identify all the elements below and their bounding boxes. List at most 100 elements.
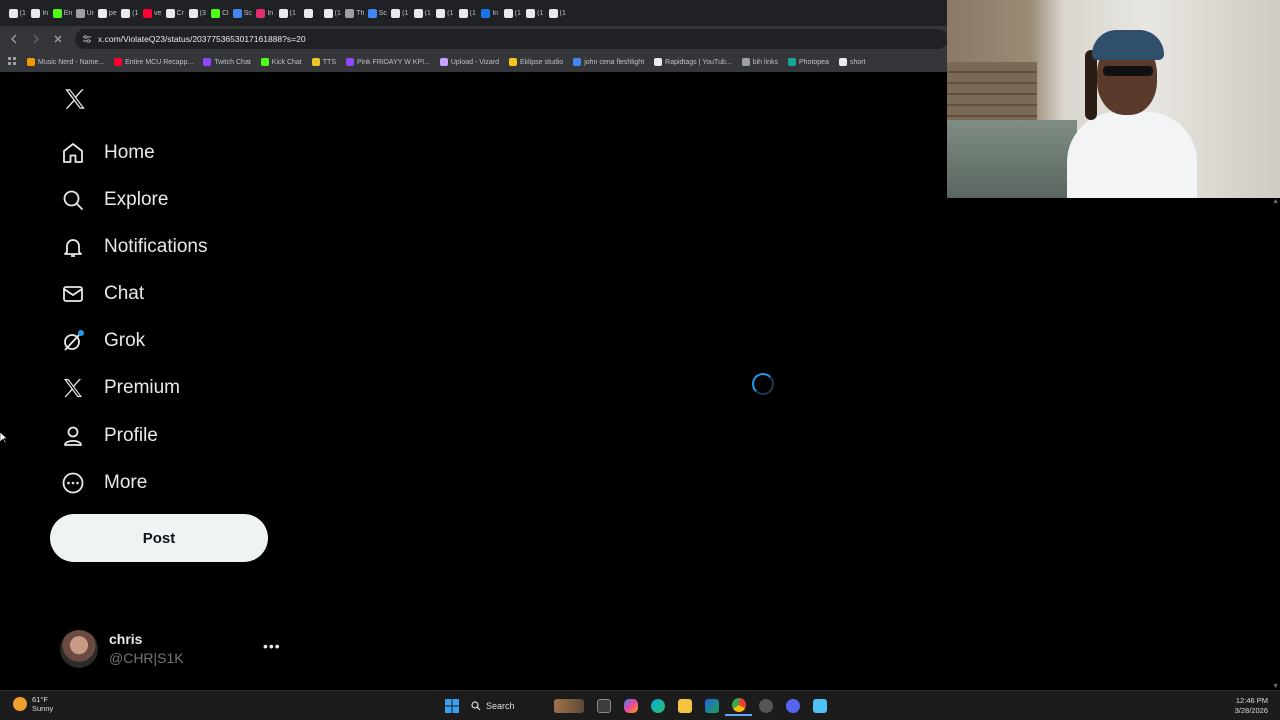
x-icon xyxy=(436,8,446,18)
browser-tab[interactable]: (1 xyxy=(546,3,569,23)
browser-tab[interactable]: En xyxy=(51,3,74,23)
browser-tab[interactable]: (1 xyxy=(434,3,457,23)
browser-tab[interactable]: (1 xyxy=(276,3,299,23)
edge-button[interactable] xyxy=(644,696,671,716)
bookmark-item[interactable]: john cena fleshlight xyxy=(573,58,644,66)
browser-tab[interactable]: In xyxy=(254,3,277,23)
sidebar-item-premium[interactable]: Premium xyxy=(50,368,180,408)
notepad-button[interactable] xyxy=(806,696,833,716)
bookmark-item[interactable]: Rapidtags | YouTub... xyxy=(654,58,732,66)
browser-tab[interactable]: (1 xyxy=(389,3,412,23)
sidebar-item-home[interactable]: Home xyxy=(50,133,155,173)
browser-tab-label: Th xyxy=(356,9,365,17)
browser-tab-label: In xyxy=(42,9,49,17)
browser-tab[interactable]: Cl xyxy=(209,3,232,23)
browser-tab[interactable]: (3 xyxy=(186,3,209,23)
browser-tab[interactable]: (1 xyxy=(411,3,434,23)
browser-tab[interactable]: ve xyxy=(141,3,164,23)
task-view-button[interactable] xyxy=(590,696,617,716)
bookmark-item[interactable]: Pink FRIDAYY W KPI... xyxy=(346,58,430,66)
taskbar: 61°F Sunny Search 12:46 PM 3/28/2026 xyxy=(0,690,1280,720)
bell-icon xyxy=(60,234,86,260)
browser-tab[interactable]: (1 xyxy=(6,3,29,23)
clock-time: 12:46 PM xyxy=(1235,696,1268,705)
back-button[interactable] xyxy=(3,28,25,50)
store-button[interactable] xyxy=(698,696,725,716)
app-icon xyxy=(367,8,377,18)
browser-tab[interactable]: pe xyxy=(96,3,119,23)
address-bar[interactable]: x.com/ViolateQ23/status/2037753653017161… xyxy=(75,29,948,49)
bookmark-label: Kick Chat xyxy=(271,58,302,66)
bookmark-label: Entire MCU Recapp... xyxy=(125,58,194,66)
browser-tab[interactable] xyxy=(299,3,322,23)
sidebar-item-more[interactable]: More xyxy=(50,463,147,503)
taskbar-search-label: Search xyxy=(486,701,515,711)
sidebar-item-notifications[interactable]: Notifications xyxy=(50,227,208,267)
grok-icon xyxy=(60,328,86,354)
bookmark-item[interactable]: Twitch Chat xyxy=(203,58,251,66)
bookmark-item[interactable]: Kick Chat xyxy=(260,58,302,66)
forward-button[interactable] xyxy=(25,28,47,50)
browser-tab[interactable]: (1 xyxy=(501,3,524,23)
shield-icon xyxy=(31,8,41,18)
bookmark-item[interactable]: Photopea xyxy=(788,58,829,66)
browser-tab[interactable]: (1 xyxy=(119,3,142,23)
browser-tab-label: (1 xyxy=(402,9,409,17)
store-icon xyxy=(704,699,719,713)
scrollbar[interactable]: ▲ ▼ xyxy=(1270,198,1280,690)
sidebar-item-label: Premium xyxy=(104,377,181,398)
edge-icon xyxy=(650,699,665,713)
account-switcher[interactable]: chris @CHR|S1K ••• xyxy=(60,628,290,670)
bookmark-item[interactable]: bih links xyxy=(741,58,778,66)
sidebar-item-profile[interactable]: Profile xyxy=(50,416,158,456)
sidebar-item-explore[interactable]: Explore xyxy=(50,180,168,220)
copilot-button[interactable] xyxy=(617,696,644,716)
bookmark-favicon-icon xyxy=(114,58,123,66)
start-button[interactable] xyxy=(438,696,465,716)
bookmark-item[interactable]: Eklipse studio xyxy=(509,58,563,66)
sidebar-item-chat[interactable]: Chat xyxy=(50,274,144,314)
scroll-down-icon[interactable]: ▼ xyxy=(1272,683,1279,690)
scroll-up-icon[interactable]: ▲ xyxy=(1272,198,1279,205)
post-button[interactable]: Post xyxy=(50,514,268,562)
tiktok-icon xyxy=(188,8,198,18)
browser-tab[interactable]: In xyxy=(479,3,502,23)
browser-tab-label: Cr xyxy=(176,9,184,17)
x-logo-icon[interactable] xyxy=(62,86,88,112)
app-button-1[interactable] xyxy=(752,696,779,716)
taskbar-search[interactable]: Search xyxy=(465,696,590,716)
browser-tab[interactable]: In xyxy=(29,3,52,23)
browser-tab[interactable]: (1 xyxy=(321,3,344,23)
apps-grid-icon[interactable] xyxy=(8,56,17,68)
site-info-icon[interactable] xyxy=(81,33,93,45)
chrome-button[interactable] xyxy=(725,696,752,716)
browser-tab[interactable]: Cr xyxy=(164,3,187,23)
file-explorer-button[interactable] xyxy=(671,696,698,716)
discord-icon xyxy=(785,699,800,713)
weather-widget[interactable]: 61°F Sunny xyxy=(13,695,53,713)
browser-tab[interactable]: (1 xyxy=(456,3,479,23)
browser-tab[interactable]: (1 xyxy=(524,3,547,23)
bookmark-item[interactable]: Upload - Vizard xyxy=(439,58,499,66)
bookmark-item[interactable]: short xyxy=(838,58,866,66)
home-icon xyxy=(60,140,86,166)
browser-tab[interactable]: Th xyxy=(344,3,367,23)
bookmark-item[interactable]: Entire MCU Recapp... xyxy=(114,58,193,66)
x-icon xyxy=(60,375,86,401)
bookmark-item[interactable]: TTS xyxy=(311,58,336,66)
discord-button[interactable] xyxy=(779,696,806,716)
browser-tab[interactable]: Sc xyxy=(231,3,254,23)
browser-tab[interactable]: Ur xyxy=(74,3,97,23)
bookmark-label: bih links xyxy=(752,58,778,66)
sidebar-item-grok[interactable]: Grok xyxy=(50,321,145,361)
browser-tab-label: Sc xyxy=(378,9,387,17)
system-clock[interactable]: 12:46 PM 3/28/2026 xyxy=(1235,696,1268,716)
account-more-icon[interactable]: ••• xyxy=(263,638,281,654)
browser-tab-strip: (1 In En Ur pe (1 ve Cr (3 Cl Sc In (1 (1 Th Sc (1 (1 (1 (1… xyxy=(0,0,948,26)
sidebar-item-label: Explore xyxy=(104,189,169,210)
stop-loading-button[interactable] xyxy=(47,28,69,50)
bookmark-item[interactable]: Music Nerd - Name... xyxy=(27,58,104,66)
kick-icon xyxy=(210,8,220,18)
bookmark-favicon-icon xyxy=(741,58,750,66)
browser-tab[interactable]: Sc xyxy=(366,3,389,23)
